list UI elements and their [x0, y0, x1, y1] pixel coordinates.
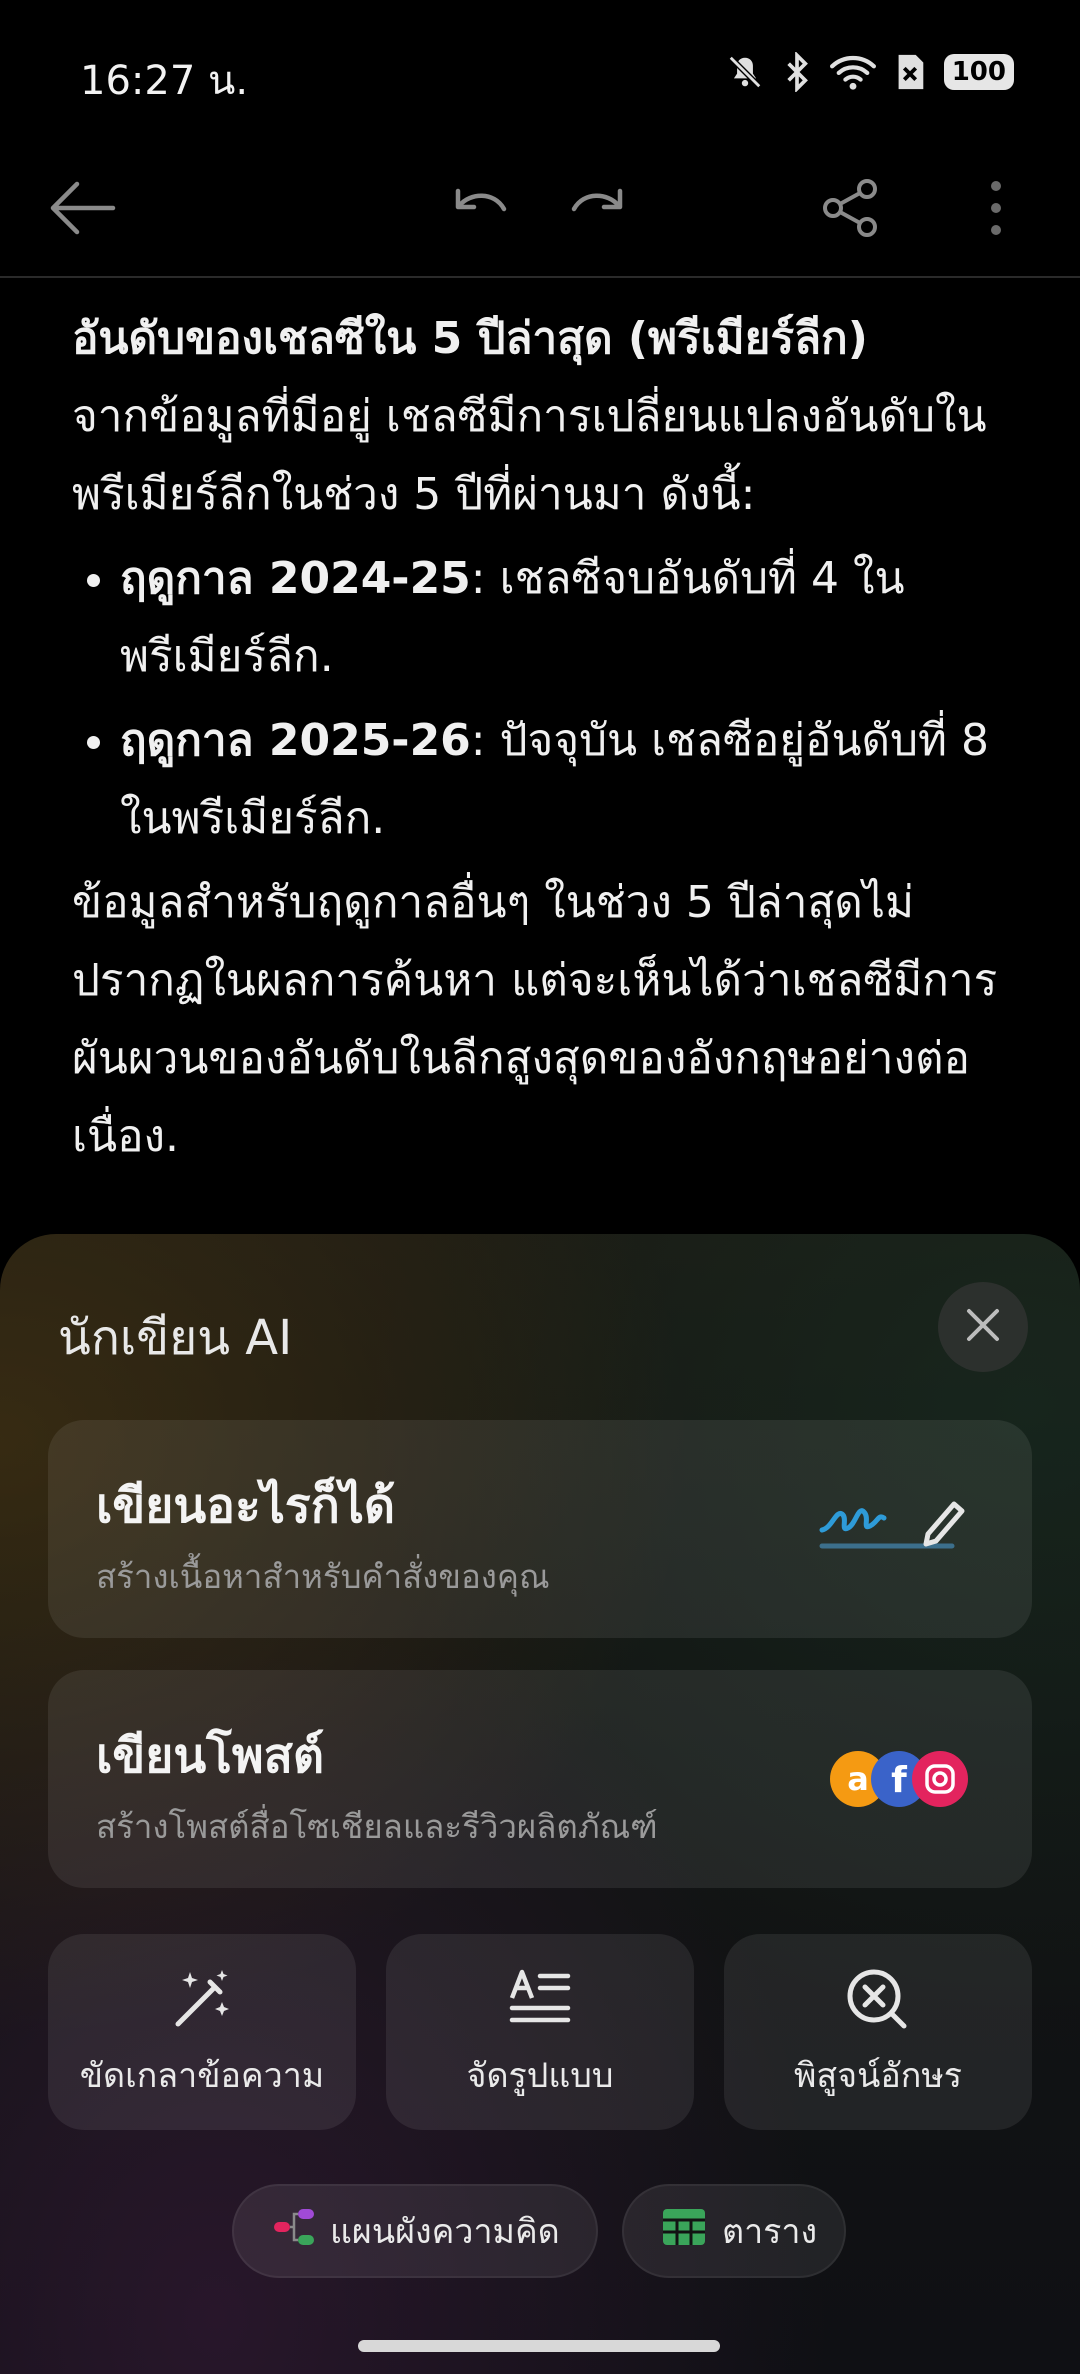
panel-title: นักเขียน AI	[58, 1310, 293, 1366]
season-term: ฤดูกาล 2024-25	[120, 553, 471, 604]
home-indicator[interactable]	[358, 2340, 720, 2352]
status-bar: 16:27 น. 100	[0, 0, 1080, 140]
pill-label: ตาราง	[722, 2212, 818, 2252]
redo-icon[interactable]	[556, 168, 636, 248]
battery-indicator: 100	[943, 54, 1014, 90]
note-conclusion: ข้อมูลสำหรับฤดูกาลอื่นๆ ในช่วง 5 ปีล่าสุ…	[72, 877, 998, 1162]
tile-label: พิสูจน์อักษร	[793, 2056, 962, 2096]
note-heading: อันดับของเชลซีใน 5 ปีล่าสุด (พรีเมียร์ลี…	[72, 313, 868, 364]
close-button[interactable]	[938, 1282, 1028, 1372]
svg-text:f: f	[891, 1760, 907, 1801]
status-time: 16:27 น.	[80, 58, 249, 104]
proofread-button[interactable]: พิสูจน์อักษร	[724, 1934, 1032, 2130]
list-item: ฤดูกาล 2024-25: เชลซีจบอันดับที่ 4 ในพรี…	[120, 540, 1012, 696]
proofread-icon	[846, 1968, 910, 2032]
status-icons: 100	[726, 52, 1014, 92]
wifi-icon	[829, 53, 876, 91]
card-subtitle: สร้างโพสต์สื่อโซเชียลและรีวิวผลิตภัณฑ์	[96, 1807, 658, 1846]
more-vertical-icon[interactable]	[956, 168, 1036, 248]
card-title: เขียนโพสต์	[96, 1728, 325, 1784]
text-format-icon	[508, 1968, 572, 2032]
table-icon	[662, 2208, 706, 2255]
card-subtitle: สร้างเนื้อหาสำหรับคำสั่งของคุณ	[96, 1557, 550, 1596]
mute-bell-icon	[726, 53, 764, 91]
note-content[interactable]: อันดับของเชลซีใน 5 ปีล่าสุด (พรีเมียร์ลี…	[72, 300, 1012, 1176]
close-icon	[965, 1307, 1001, 1347]
magic-wand-icon	[170, 1968, 234, 2032]
note-intro: จากข้อมูลที่มีอยู่ เชลซีมีการเปลี่ยนแปลง…	[72, 391, 987, 520]
season-term: ฤดูกาล 2025-26	[120, 715, 471, 766]
svg-text:a: a	[847, 1760, 869, 1798]
tile-label: จัดรูปแบบ	[466, 2056, 614, 2096]
mind-map-button[interactable]: แผนผังความคิด	[232, 2184, 598, 2278]
mind-map-icon	[272, 2207, 318, 2256]
sim-icon	[894, 53, 926, 91]
tile-label: ขัดเกลาข้อความ	[79, 2056, 325, 2096]
write-post-card[interactable]: เขียนโพสต์ สร้างโพสต์สื่อโซเชียลและรีวิว…	[48, 1670, 1032, 1888]
pill-label: แผนผังความคิด	[330, 2212, 560, 2252]
ai-writer-panel: นักเขียน AI เขียนอะไรก็ได้ สร้างเนื้อหาส…	[0, 1234, 1080, 2374]
write-anything-card[interactable]: เขียนอะไรก็ได้ สร้างเนื้อหาสำหรับคำสั่งข…	[48, 1420, 1032, 1638]
social-media-icons: af	[828, 1748, 970, 1814]
editor-toolbar	[0, 140, 1080, 278]
bluetooth-icon	[782, 52, 812, 92]
season-list: ฤดูกาล 2024-25: เชลซีจบอันดับที่ 4 ในพรี…	[72, 540, 1012, 858]
list-item: ฤดูกาล 2025-26: ปัจจุบัน เชลซีอยู่อันดับ…	[120, 702, 1012, 858]
format-button[interactable]: จัดรูปแบบ	[386, 1934, 694, 2130]
card-title: เขียนอะไรก็ได้	[96, 1478, 396, 1534]
table-button[interactable]: ตาราง	[622, 2184, 846, 2278]
polish-text-button[interactable]: ขัดเกลาข้อความ	[48, 1934, 356, 2130]
handwriting-pen-icon	[816, 1490, 966, 1564]
share-icon[interactable]	[810, 168, 890, 248]
undo-icon[interactable]	[442, 168, 522, 248]
back-arrow-icon[interactable]	[42, 168, 122, 248]
